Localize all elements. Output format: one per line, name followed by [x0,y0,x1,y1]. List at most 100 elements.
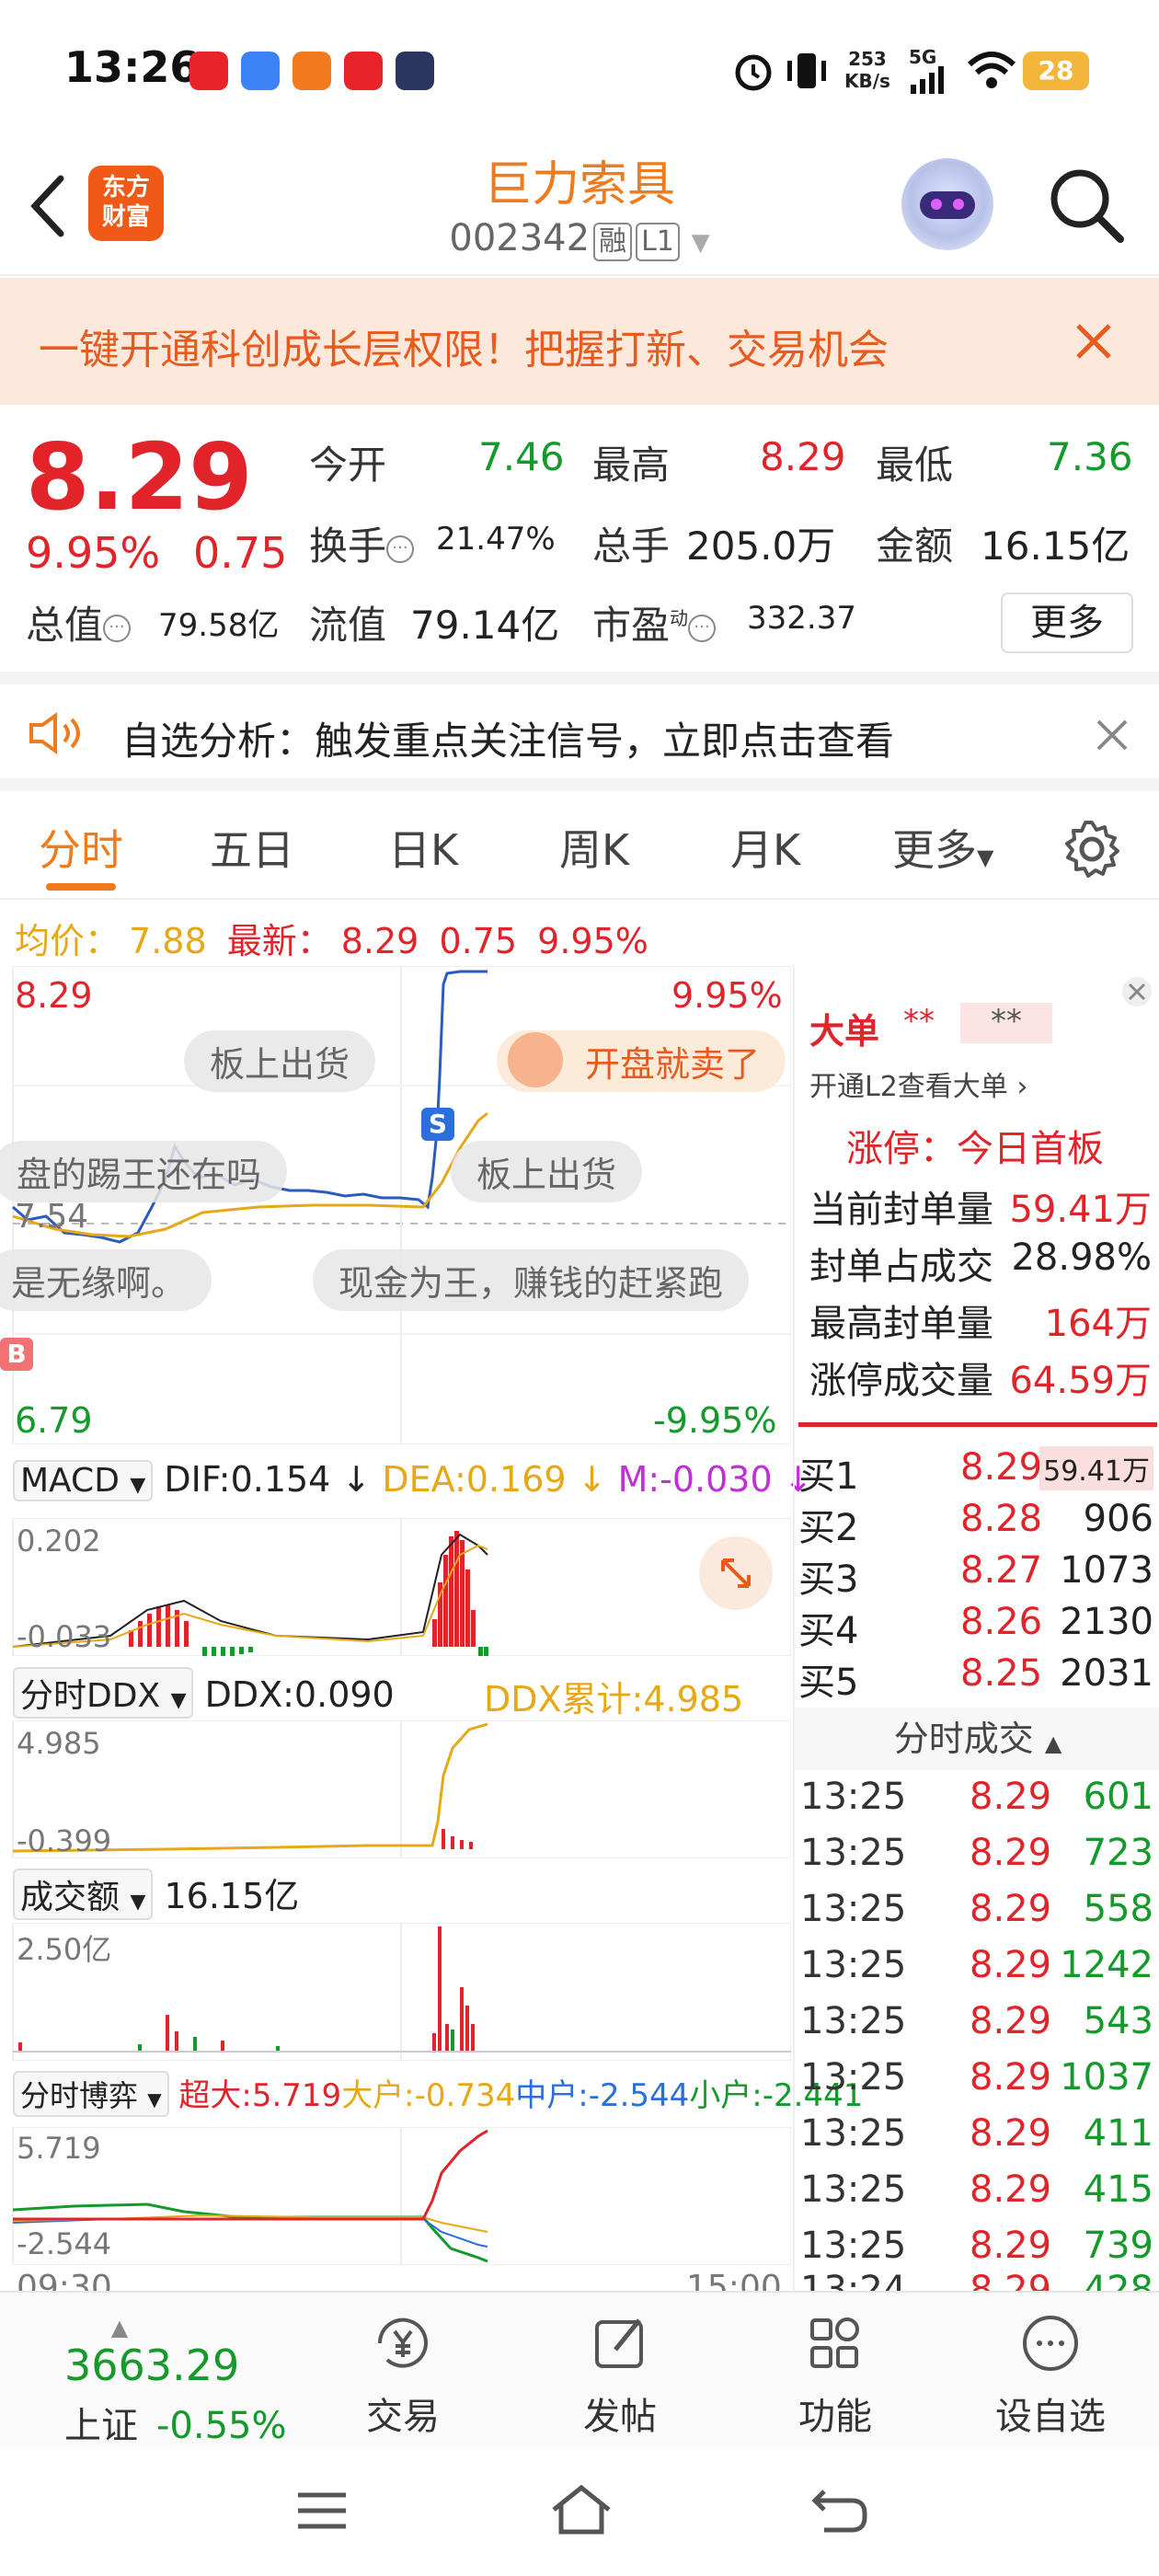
back-nav-icon[interactable] [809,2484,870,2536]
more-button[interactable]: 更多 [1001,592,1133,653]
menu-icon[interactable] [294,2488,350,2534]
big-order-card[interactable]: 大单 ** ** 开通L2查看大单 › [795,966,1159,1104]
stock-header: 东方 财富 巨力索具 002342 融 L1 ▼ [0,138,1159,276]
price-axis-top: 8.29 [15,975,93,1016]
float-cap-label: 流值 [309,603,387,648]
open-value: 7.46 [478,434,565,479]
info-icon[interactable]: ··· [103,614,132,642]
ddx-header: 分时DDX ▼ DDX:0.090 [13,1667,395,1719]
tick-row: 13:25 8.29 411 [800,2112,1153,2155]
macd-axis-bottom: -0.033 [17,1619,112,1654]
game-chart[interactable] [0,2127,791,2265]
orderbook-row[interactable]: 买2 8.28 906 [795,1498,1159,1549]
stat-label: 最高封单量 [809,1303,993,1345]
ddx-indicator-select[interactable]: 分时DDX ▼ [13,1667,194,1719]
tick-row: 13:25 8.29 601 [800,1776,1153,1818]
sell-marker[interactable]: S [421,1108,454,1141]
big-order-mask-box: ** [960,1003,1052,1043]
stat-value: 64.59万 [1009,1360,1152,1402]
post-button[interactable]: 发帖 [546,2311,694,2440]
low-value: 7.36 [1047,434,1133,479]
trade-yuan-icon [377,2317,428,2368]
tab-more[interactable]: 更多▼ [892,817,993,878]
tab-daily-k[interactable]: 日K [388,817,458,878]
tick-row: 13:25 8.29 723 [800,1832,1153,1874]
tab-five-day[interactable]: 五日 [210,817,294,878]
l2-upgrade-link[interactable]: 开通L2查看大单 › [809,1064,1027,1104]
price-axis-bottom: 6.79 [15,1400,93,1441]
network-speed: 253 KB/s [844,48,890,92]
pct-axis-bottom: -9.95% [653,1400,777,1441]
edit-post-icon [595,2318,643,2368]
margin-tag: 融 [593,223,633,261]
tab-intraday[interactable]: 分时 [39,817,123,878]
expand-chart-button[interactable] [699,1536,773,1610]
comment-bubble[interactable]: 是无缘啊。 [0,1249,212,1311]
ticks-header[interactable]: 分时成交 ▲ [795,1708,1159,1770]
macd-indicator-select[interactable]: MACD ▼ [13,1460,154,1501]
orderbook-row[interactable]: 买4 8.26 2130 [795,1601,1159,1652]
amount-indicator-select[interactable]: 成交额 ▼ [13,1869,154,1920]
stat-value: 164万 [1044,1303,1152,1345]
cow-avatar-icon [508,1032,563,1087]
amount-chart[interactable] [0,1923,791,2061]
home-icon[interactable] [548,2482,614,2537]
ddx-value: DDX:0.090 [204,1674,395,1715]
game-super: 超大:5.719 [178,2077,342,2114]
close-icon[interactable] [1073,320,1115,362]
big-order-label: 大单 [809,1011,880,1052]
status-bar: 13:26 253 KB/s 5G 28 [0,0,1159,138]
price-axis-ref: 7.54 [15,1198,89,1236]
game-big: 大户:-0.734 [341,2077,516,2114]
quote-panel: 8.29 9.95% 0.75 今开 7.46 最高 8.29 最低 7.36 … [0,405,1159,672]
game-indicator-select[interactable]: 分时博弈 ▼ [13,2071,169,2117]
comment-bubble[interactable]: 板上出货 [184,1030,376,1092]
post-label: 发帖 [583,2396,657,2438]
app-notification-icon [293,52,331,90]
orderbook-row[interactable]: 买5 8.25 2031 [795,1652,1159,1704]
index-ticker[interactable]: ▲ 3663.29 上证 -0.55% [64,2315,294,2449]
promo-banner[interactable]: 一键开通科创成长层权限！把握打新、交易机会 [0,278,1159,405]
tab-monthly-k[interactable]: 月K [730,817,800,878]
functions-label: 功能 [798,2396,872,2438]
price-summary-bar: 均价： 7.88 最新： 8.29 0.75 9.95% [0,902,791,966]
functions-button[interactable]: 功能 [762,2311,909,2440]
tab-weekly-k[interactable]: 周K [559,817,629,878]
ddx-chart[interactable] [0,1720,791,1858]
speaker-icon [29,712,80,754]
latest-change: 0.75 [439,921,518,961]
orderbook-row[interactable]: 买3 8.27 1073 [795,1549,1159,1601]
market-cap-value: 79.58亿 [158,607,280,644]
comment-bubble[interactable]: 板上出货 [451,1141,643,1202]
tick-row: 13:25 8.29 1242 [800,1944,1153,1986]
change-amount: 0.75 [193,528,288,578]
app-notification-icon [344,52,383,90]
settings-gear-icon[interactable] [1061,819,1122,880]
promo-banner-text: 一键开通科创成长层权限！把握打新、交易机会 [39,327,889,374]
buy-marker[interactable]: B [0,1338,33,1371]
close-icon[interactable] [1120,975,1153,1008]
macd-dif: DIF:0.154 ↓ [164,1459,372,1500]
robot-assistant-avatar[interactable] [901,158,993,250]
float-cap-value: 79.14亿 [410,603,560,648]
analysis-alert-bar[interactable]: 自选分析：触发重点关注信号，立即点击查看 [0,672,1159,791]
trade-button[interactable]: 交易 [329,2311,476,2440]
stat-label: 当前封单量 [809,1189,993,1231]
macd-chart[interactable] [0,1518,791,1656]
orderbook-row[interactable]: 买1 8.29 59.41万 [795,1446,1159,1498]
search-icon[interactable] [1047,166,1126,245]
amount-axis-top: 2.50亿 [17,1932,112,1967]
market-cap-label: 总值 ··· [26,594,132,650]
add-watchlist-label: 设自选 [995,2396,1106,2438]
info-icon[interactable]: ··· [688,614,717,642]
intraday-chart-area[interactable]: 8.29 9.95% 7.54 6.79 -9.95% 板上出货 开盘就卖了 盘… [0,966,863,2291]
comment-bubble[interactable]: 现金为王，赚钱的赶紧跑 [313,1249,750,1311]
info-icon[interactable]: ··· [386,535,415,563]
comment-bubble[interactable]: 盘的踢王还在吗 [0,1141,288,1202]
close-icon[interactable] [1095,718,1130,753]
high-label: 最高 [592,443,671,488]
game-axis-bottom: -2.544 [17,2226,112,2261]
chevron-up-icon: ▲ [110,2315,129,2340]
index-name: 上证 [64,2405,138,2447]
add-watchlist-button[interactable]: 设自选 [977,2311,1124,2440]
